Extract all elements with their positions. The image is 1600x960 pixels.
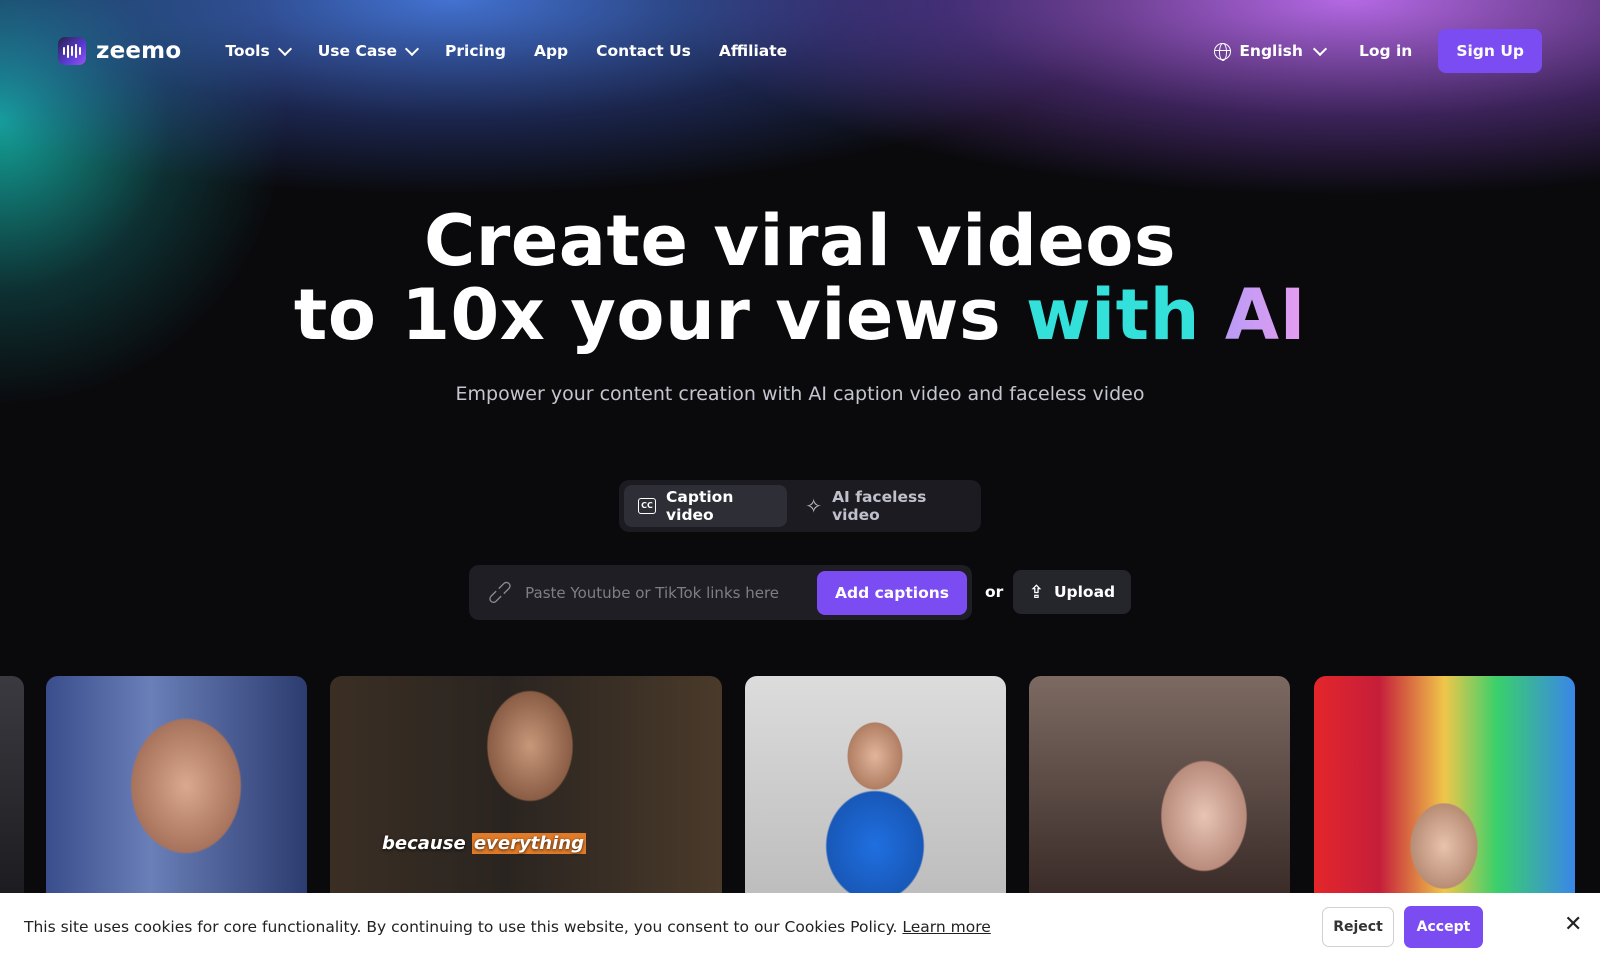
link-icon: ⊂⊃ bbox=[481, 574, 519, 611]
video-link-input[interactable] bbox=[525, 583, 818, 602]
nav-tools-label: Tools bbox=[225, 42, 270, 60]
hero-title: Create viral videos to 10x your views wi… bbox=[0, 204, 1600, 352]
top-navigation: zeemo Tools Use Case Pricing App Contact… bbox=[58, 28, 1542, 74]
nav-app[interactable]: App bbox=[534, 42, 568, 60]
hero-title-ai: AI bbox=[1224, 274, 1307, 356]
hero-subtitle: Empower your content creation with AI ca… bbox=[455, 383, 1145, 405]
nav-links: Tools Use Case Pricing App Contact Us Af… bbox=[225, 41, 787, 60]
tab-ai-faceless-video-label: AI faceless video bbox=[832, 488, 927, 524]
cookie-text: This site uses cookies for core function… bbox=[24, 917, 903, 936]
chevron-down-icon bbox=[277, 41, 292, 56]
learn-more-link[interactable]: Learn more bbox=[902, 918, 990, 936]
cloud-upload-icon: ⇪ bbox=[1028, 581, 1044, 603]
add-captions-button[interactable]: Add captions bbox=[817, 570, 967, 615]
cookie-message: This site uses cookies for core function… bbox=[24, 918, 991, 936]
language-label: English bbox=[1239, 42, 1303, 60]
upload-label: Upload bbox=[1053, 583, 1116, 601]
tab-caption-video-label: Caption video bbox=[666, 488, 734, 524]
or-separator: or bbox=[985, 583, 1004, 601]
video-thumbnail[interactable]: because everything bbox=[330, 676, 722, 896]
link-input-box: ⊂⊃ Add captions bbox=[469, 565, 972, 620]
video-caption-overlay: because everything bbox=[382, 833, 586, 854]
nav-affiliate[interactable]: Affiliate bbox=[719, 42, 787, 60]
nav-right: English Log in Sign Up bbox=[1214, 29, 1542, 73]
caption-word: because bbox=[382, 833, 472, 854]
video-thumbnail[interactable] bbox=[745, 676, 1006, 896]
video-thumbnail[interactable] bbox=[1029, 676, 1290, 896]
video-thumbnail-strip: because everything bbox=[0, 676, 1600, 896]
nav-tools[interactable]: Tools bbox=[225, 41, 292, 60]
globe-icon bbox=[1214, 42, 1232, 61]
nav-contact-us[interactable]: Contact Us bbox=[596, 42, 691, 60]
tab-ai-faceless-video[interactable]: ✧ AI faceless video bbox=[791, 485, 976, 527]
logo-text: zeemo bbox=[96, 38, 182, 64]
hero-title-line1: Create viral videos bbox=[423, 200, 1177, 282]
nav-use-case[interactable]: Use Case bbox=[317, 41, 420, 60]
caption-highlight-word: everything bbox=[471, 833, 586, 854]
language-selector[interactable]: English bbox=[1214, 41, 1328, 61]
nav-pricing[interactable]: Pricing bbox=[445, 42, 506, 60]
hero-title-line2: to 10x your views bbox=[293, 274, 1027, 356]
accept-cookies-button[interactable]: Accept bbox=[1404, 906, 1483, 948]
logo[interactable]: zeemo bbox=[58, 37, 181, 65]
reject-cookies-button[interactable]: Reject bbox=[1322, 907, 1394, 947]
chevron-down-icon bbox=[1312, 41, 1328, 56]
cookie-banner: This site uses cookies for core function… bbox=[0, 893, 1600, 960]
nav-use-case-label: Use Case bbox=[317, 42, 398, 60]
signup-button[interactable]: Sign Up bbox=[1438, 29, 1542, 73]
close-icon[interactable]: ✕ bbox=[1564, 914, 1582, 936]
tab-caption-video[interactable]: CC Caption video bbox=[624, 485, 788, 527]
sparkle-icon: ✧ bbox=[805, 494, 823, 518]
mode-toggle: CC Caption video ✧ AI faceless video bbox=[619, 480, 981, 532]
login-button[interactable]: Log in bbox=[1359, 42, 1412, 60]
video-thumbnail[interactable] bbox=[0, 676, 24, 896]
closed-captions-icon: CC bbox=[638, 498, 657, 514]
video-thumbnail[interactable] bbox=[1314, 676, 1575, 896]
chevron-down-icon bbox=[404, 41, 420, 56]
hero-title-with: with bbox=[1026, 274, 1200, 356]
logo-mark-icon bbox=[58, 37, 86, 65]
video-thumbnail[interactable] bbox=[46, 676, 307, 896]
upload-button[interactable]: ⇪ Upload bbox=[1013, 570, 1131, 614]
